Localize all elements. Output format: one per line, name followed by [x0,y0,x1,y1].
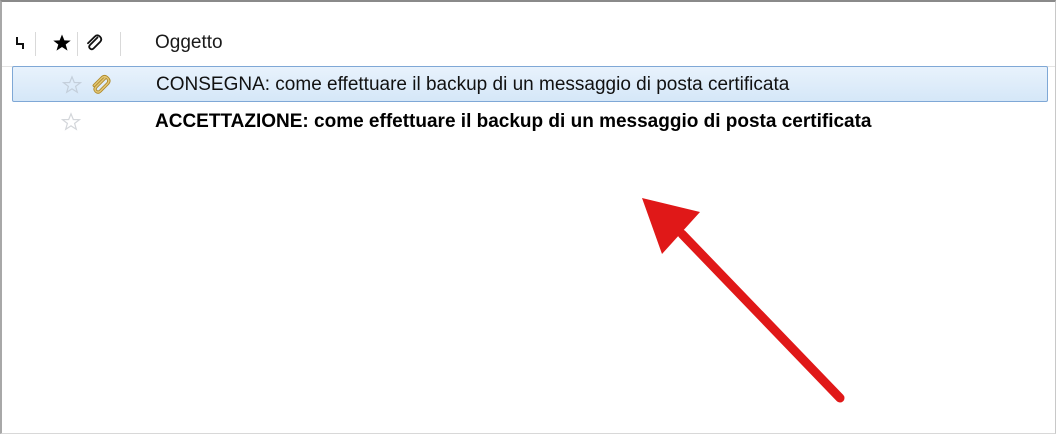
annotation-arrow-shaft [677,229,845,403]
message-list-pane: Oggetto CONSEGNA: come effettuare il bac… [0,0,1056,434]
annotation-arrow [642,198,845,403]
